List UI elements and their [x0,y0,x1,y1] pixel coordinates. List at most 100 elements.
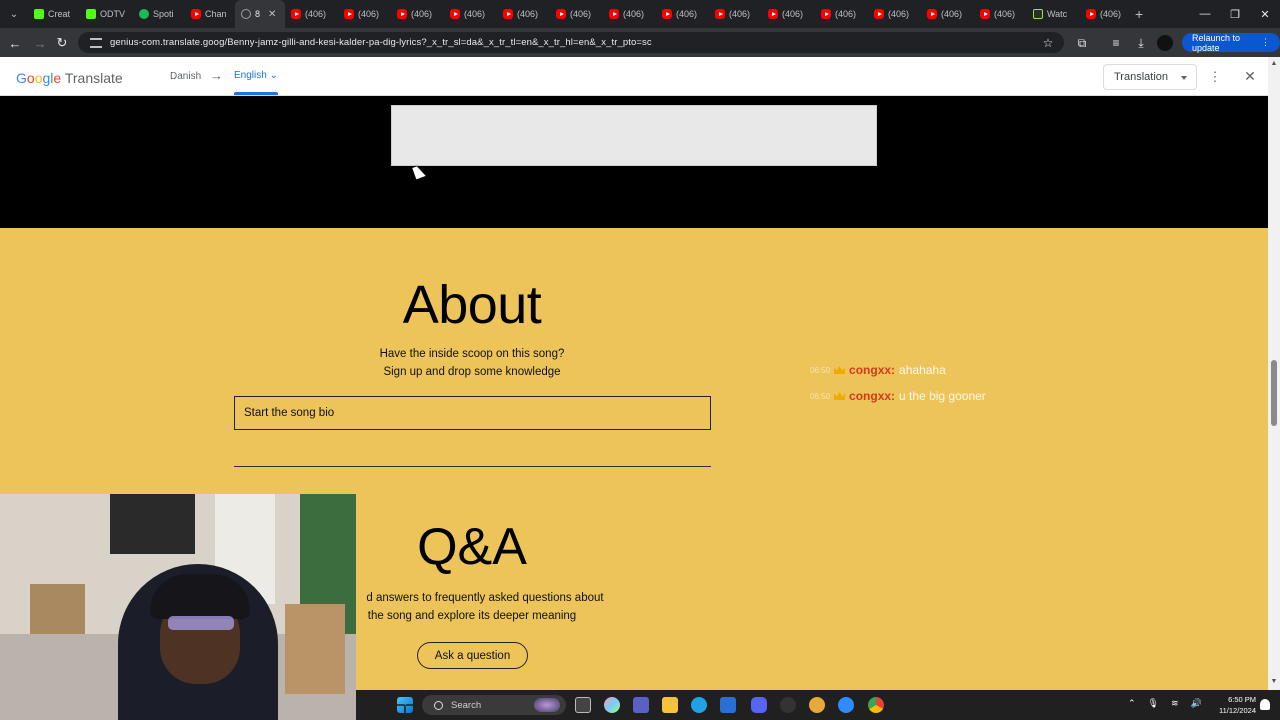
downloads-icon[interactable]: ⤓ [1133,35,1149,51]
browser-tab[interactable]: (406) [497,0,550,28]
task-view-icon[interactable] [575,697,591,713]
browser-tab[interactable]: (406) [868,0,921,28]
more-vertical-icon: ⋮ [1261,37,1270,47]
target-language-button[interactable]: English ⌄ [234,70,278,81]
teams-icon[interactable] [633,697,649,713]
embedded-media-placeholder[interactable] [391,105,877,166]
browser-tab[interactable]: (406) [391,0,444,28]
browser-tab[interactable]: (406) [656,0,709,28]
app-icon[interactable] [780,697,796,713]
tab-title: 8 [255,9,261,19]
reading-list-icon[interactable]: ≡ [1108,35,1124,51]
microphone-icon[interactable]: 🎙 [1148,698,1159,709]
logo-letter: G [16,70,27,86]
browser-tab[interactable]: ODTV [80,0,133,28]
browser-tab[interactable]: Spoti [133,0,185,28]
restore-icon[interactable]: ❐ [1220,0,1250,28]
tab-title: (406) [835,9,857,19]
tab-title: (406) [941,9,963,19]
tab-title: (406) [676,9,698,19]
new-tab-plus-icon[interactable]: + [1125,6,1153,22]
browser-tab[interactable]: (406) [338,0,391,28]
youtube-icon [1086,9,1096,19]
relaunch-update-button[interactable]: Relaunch to update ⋮ [1182,33,1280,53]
translate-more-options-icon[interactable]: ⋮ [1208,69,1222,85]
browser-tab[interactable]: (406) [285,0,338,28]
browser-tab[interactable]: (406) [1080,0,1125,28]
scrollbar-thumb[interactable] [1271,360,1277,426]
browser-tab[interactable]: Chan [185,0,235,28]
translation-mode-label: Translation [1114,71,1169,83]
crown-badge-icon [834,366,846,374]
browser-tab[interactable]: Watc [1027,0,1080,28]
chrome-icon[interactable] [868,697,884,713]
webcam-cap [150,574,250,619]
tab-title: ODTV [100,9,126,19]
browser-tab[interactable]: Creat [28,0,80,28]
youtube-icon [191,9,201,19]
app-icon[interactable] [809,697,825,713]
tab-search-chevron-icon[interactable]: ⌄ [0,0,28,28]
tab-title: (406) [994,9,1016,19]
feed-icon [1033,9,1043,19]
ask-question-button[interactable]: Ask a question [417,642,528,669]
store-icon[interactable] [720,697,736,713]
minimize-icon[interactable]: — [1190,0,1220,28]
browser-tab[interactable]: (406) [815,0,868,28]
zoom-icon[interactable] [838,697,854,713]
browser-tab-strip: ⌄ Creat ODTV Spoti Chan 8 ✕ (406) (406) (406) (40… [0,0,1280,28]
taskbar-clock[interactable]: 6:50 PM 11/12/2024 [1206,694,1256,716]
volume-icon[interactable]: 🔊 [1191,698,1202,709]
translate-close-icon[interactable]: ✕ [1242,68,1258,84]
browser-tab[interactable]: (406) [974,0,1027,28]
browser-tab[interactable]: (406) [550,0,603,28]
browser-tab[interactable]: (406) [921,0,974,28]
file-explorer-icon[interactable] [662,697,678,713]
taskbar-search-box[interactable]: Search [422,695,566,715]
bookmark-star-icon[interactable]: ☆ [1040,35,1056,51]
youtube-icon [344,9,354,19]
browser-tab[interactable]: 8 ✕ [235,0,285,28]
tab-title: Spoti [153,9,174,19]
browser-tab[interactable]: (406) [762,0,815,28]
edge-icon[interactable] [691,697,707,713]
scroll-down-icon[interactable]: ▼ [1270,678,1278,685]
tab-title: (406) [358,9,380,19]
source-language-button[interactable]: Danish [170,71,201,82]
youtube-icon [291,9,301,19]
active-language-indicator [234,92,278,95]
window-close-icon[interactable]: ✕ [1250,0,1280,28]
start-song-bio-button[interactable]: Start the song bio [234,396,711,430]
kick-icon [34,9,44,19]
search-highlight-icon [534,698,560,712]
tray-chevron-up-icon[interactable]: ⌃ [1128,698,1136,709]
tab-close-icon[interactable]: ✕ [268,9,276,20]
browser-tab[interactable]: (406) [709,0,762,28]
about-heading: About [402,275,542,335]
windows-start-icon[interactable] [397,697,413,713]
logo-translate-word: Translate [64,70,123,86]
tab-title: (406) [623,9,645,19]
notification-bell-icon[interactable] [1260,699,1270,710]
translation-mode-select[interactable]: Translation [1103,64,1197,90]
scroll-up-icon[interactable]: ▲ [1270,60,1278,67]
forward-arrow-icon[interactable]: → [30,33,50,53]
wifi-icon[interactable]: ≋ [1171,698,1179,709]
chat-timestamp: 06:50 [810,365,831,375]
profile-avatar-icon[interactable] [1157,35,1173,51]
discord-icon[interactable] [751,697,767,713]
back-arrow-icon[interactable]: ← [5,33,25,53]
site-info-icon[interactable] [90,37,102,48]
reload-icon[interactable]: ↻ [52,33,72,53]
copilot-icon[interactable] [604,697,620,713]
tab-title: (406) [782,9,804,19]
chat-username: congxx: [849,389,896,403]
youtube-icon [980,9,990,19]
youtube-icon [556,9,566,19]
target-language-label: English [234,70,267,81]
address-bar[interactable]: genius-com.translate.goog/Benny-jamz-gil… [78,32,1064,53]
browser-tab[interactable]: (406) [603,0,656,28]
browser-tab[interactable]: (406) [444,0,497,28]
page-scrollbar[interactable]: ▲ ▼ [1268,57,1280,690]
extensions-puzzle-icon[interactable]: ⧉ [1074,35,1090,51]
